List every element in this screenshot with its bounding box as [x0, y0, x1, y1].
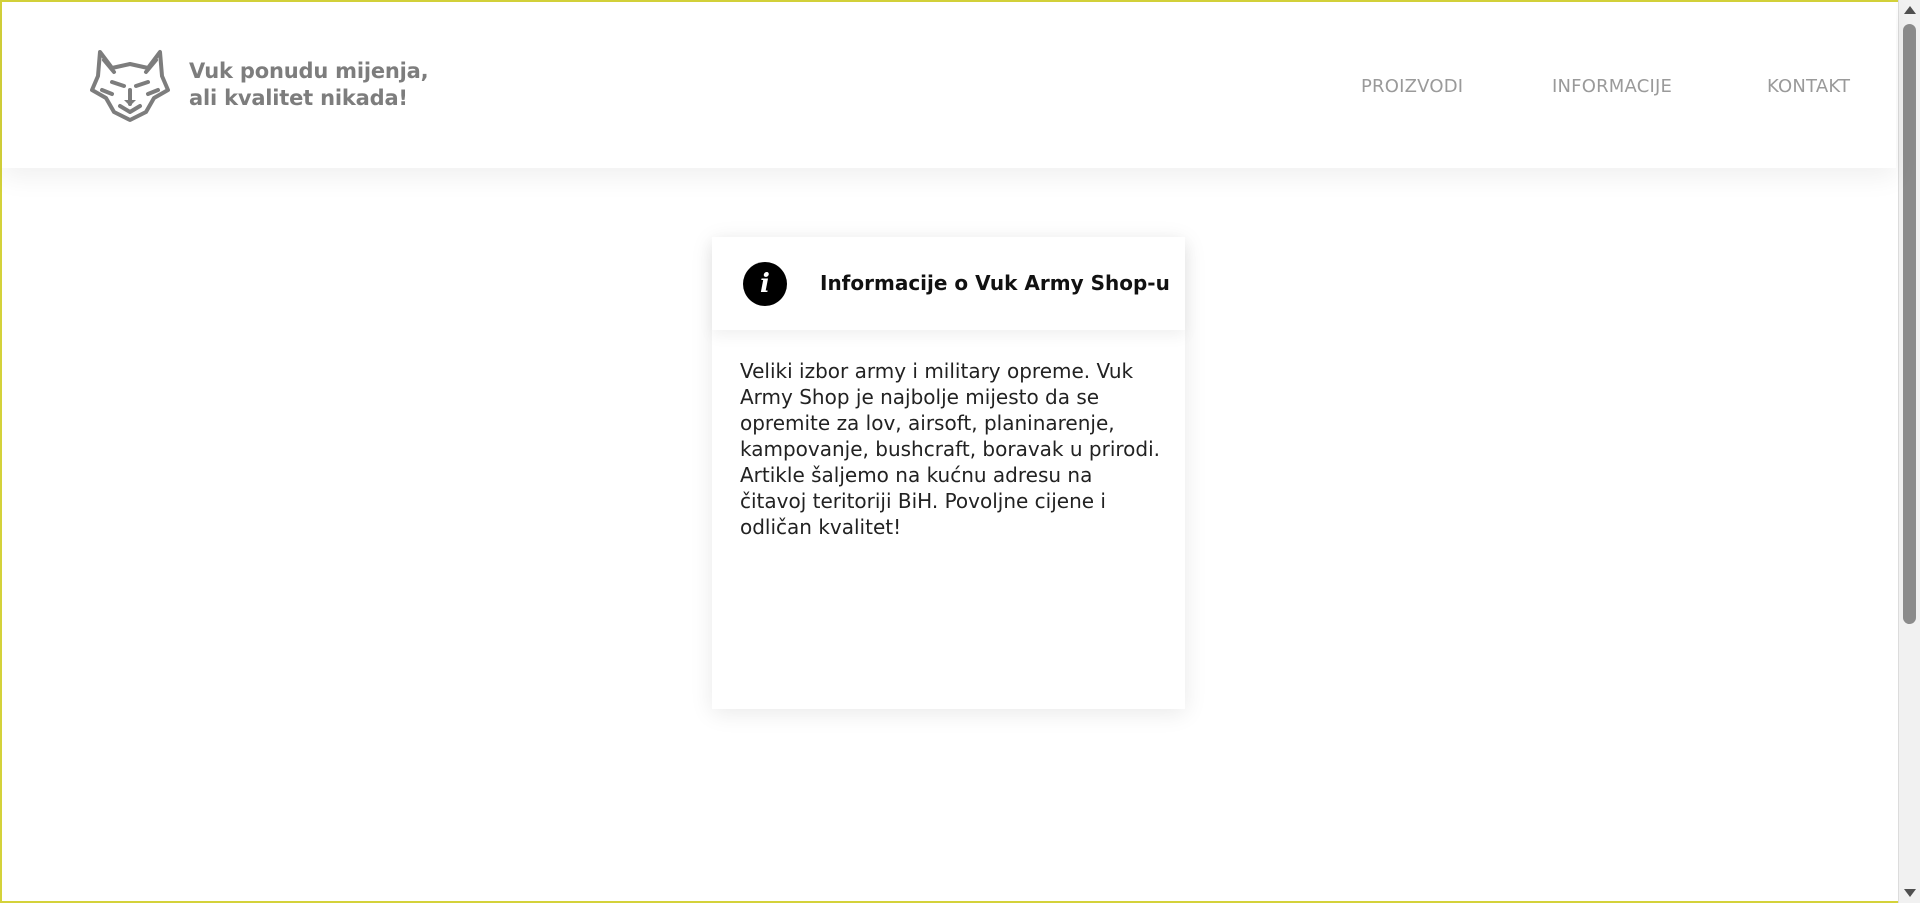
- vertical-scrollbar[interactable]: [1898, 0, 1920, 903]
- scrollbar-thumb[interactable]: [1903, 24, 1916, 624]
- wolf-head-icon[interactable]: [90, 46, 170, 124]
- scroll-down-arrow-icon[interactable]: [1904, 889, 1916, 897]
- tagline-line-2: ali kvalitet nikada!: [189, 86, 408, 110]
- nav-link-informacije[interactable]: INFORMACIJE: [1552, 76, 1672, 97]
- scroll-up-arrow-icon[interactable]: [1904, 6, 1916, 14]
- info-card-header: i Informacije o Vuk Army Shop-u: [712, 237, 1185, 330]
- info-card: i Informacije o Vuk Army Shop-u Veliki i…: [712, 237, 1185, 709]
- site-tagline: Vuk ponudu mijenja, ali kvalitet nikada!: [189, 58, 429, 112]
- nav-link-proizvodi[interactable]: PROIZVODI: [1361, 76, 1463, 97]
- nav-link-kontakt[interactable]: KONTAKT: [1767, 76, 1850, 97]
- info-card-body: Veliki izbor army i military opreme. Vuk…: [740, 359, 1161, 539]
- site-header: Vuk ponudu mijenja, ali kvalitet nikada!…: [2, 2, 1896, 168]
- info-icon: i: [743, 262, 787, 306]
- info-card-title: Informacije o Vuk Army Shop-u: [820, 271, 1170, 295]
- tagline-line-1: Vuk ponudu mijenja,: [189, 59, 429, 83]
